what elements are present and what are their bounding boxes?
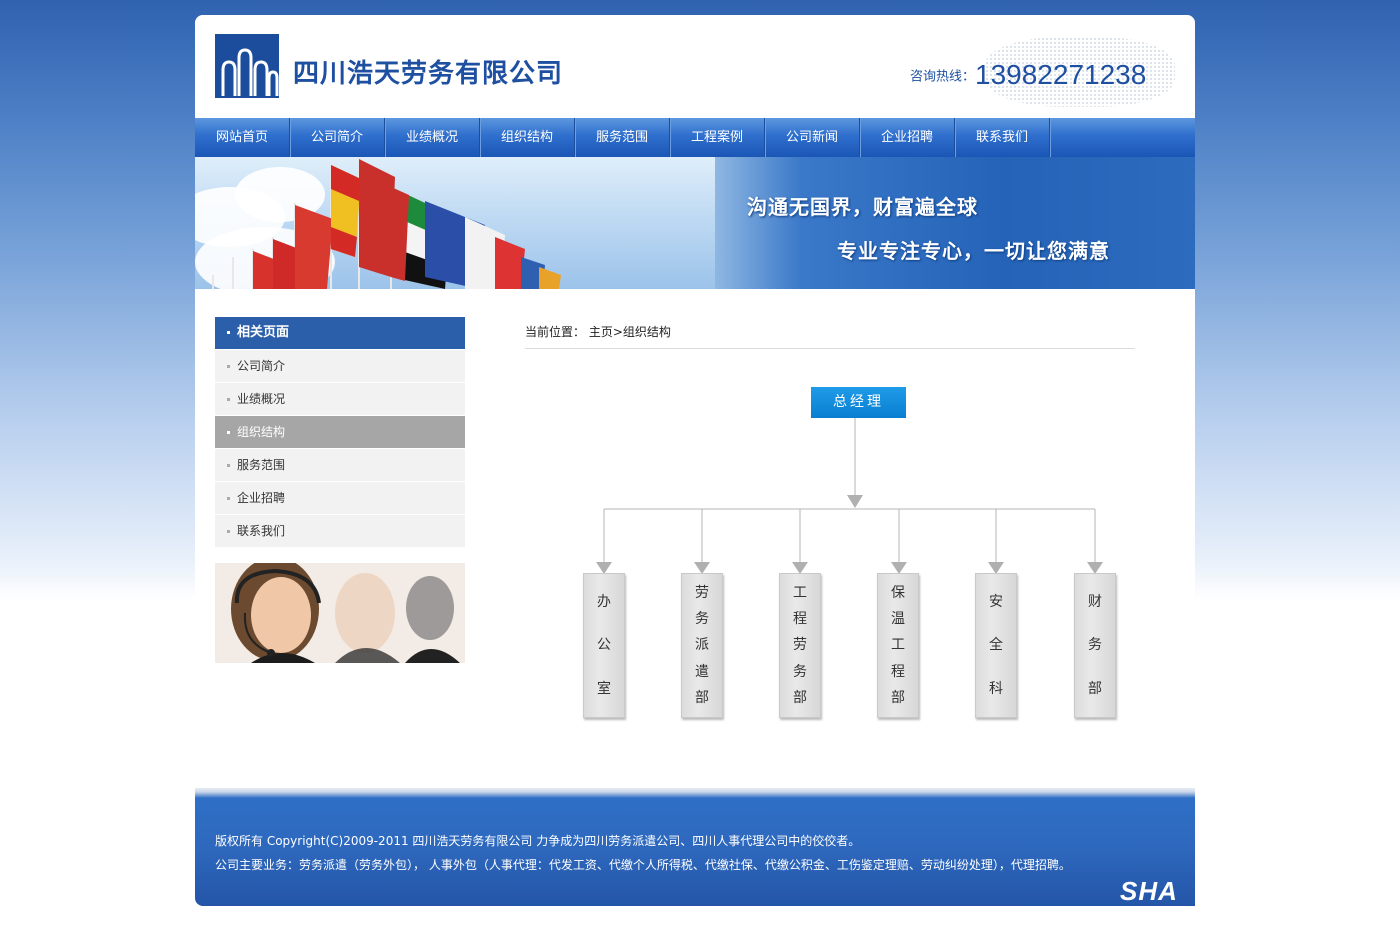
org-node-safety: 安 全 科 bbox=[975, 573, 1017, 718]
org-node-char: 务 bbox=[793, 663, 807, 680]
org-node-char: 派 bbox=[695, 637, 709, 654]
sidebar-item-performance[interactable]: 业绩概况 bbox=[215, 383, 465, 415]
org-node-char: 部 bbox=[1088, 681, 1102, 698]
bullet-icon bbox=[227, 530, 230, 533]
nav-item-organization[interactable]: 组织结构 bbox=[480, 118, 575, 157]
org-node-office: 办 公 室 bbox=[583, 573, 625, 718]
banner-slogan-1: 沟通无国界，财富遍全球 bbox=[747, 195, 978, 219]
banner-slogan-area bbox=[715, 157, 1195, 289]
sidebar-heading-label: 相关页面 bbox=[237, 325, 290, 340]
org-node-char: 程 bbox=[891, 663, 905, 680]
org-node-char: 部 bbox=[891, 689, 905, 706]
breadcrumb-separator: > bbox=[612, 325, 623, 339]
org-node-char: 程 bbox=[793, 611, 807, 628]
site-footer: 版权所有 Copyright(C)2009-2011 四川浩天劳务有限公司 力争… bbox=[195, 788, 1195, 906]
customer-service-illustration bbox=[215, 563, 465, 663]
org-node-char: 务 bbox=[1088, 637, 1102, 654]
org-node-char: 务 bbox=[695, 611, 709, 628]
nav-item-contact[interactable]: 联系我们 bbox=[955, 118, 1050, 157]
sidebar-heading: 相关页面 bbox=[215, 317, 465, 349]
org-node-labor-dispatch: 劳 务 派 遣 部 bbox=[681, 573, 723, 718]
customer-service-photo bbox=[215, 563, 465, 663]
sidebar-item-contact[interactable]: 联系我们 bbox=[215, 515, 465, 547]
bullet-icon bbox=[227, 431, 230, 434]
sidebar-item-jobs[interactable]: 企业招聘 bbox=[215, 482, 465, 514]
page-container: 四川浩天劳务有限公司 咨询热线：13982271238 网站首页 公司简介 业绩… bbox=[195, 15, 1195, 906]
org-node-engineering-labor: 工 程 劳 务 部 bbox=[779, 573, 821, 718]
org-node-char: 劳 bbox=[695, 585, 709, 602]
breadcrumb: 当前位置： 主页>组织结构 bbox=[525, 323, 1135, 349]
arrow-down-icon bbox=[847, 495, 863, 508]
hotline-number: 13982271238 bbox=[975, 59, 1147, 90]
org-node-char: 劳 bbox=[793, 637, 807, 654]
breadcrumb-home-link[interactable]: 主页 bbox=[589, 325, 613, 339]
sidebar-item-about[interactable]: 公司简介 bbox=[215, 350, 465, 382]
org-node-char: 全 bbox=[989, 637, 1003, 654]
company-logo-icon[interactable] bbox=[215, 34, 279, 98]
org-node-char: 遣 bbox=[695, 663, 709, 680]
flags-illustration bbox=[212, 157, 561, 289]
hotline-label: 咨询热线： bbox=[910, 69, 976, 85]
banner: 沟通无国界，财富遍全球 专业专注专心，一切让您满意 bbox=[195, 157, 1195, 289]
nav-item-home[interactable]: 网站首页 bbox=[195, 118, 290, 157]
org-node-char: 工 bbox=[891, 637, 905, 654]
org-node-char: 部 bbox=[793, 689, 807, 706]
org-node-char: 公 bbox=[597, 637, 611, 654]
bullet-icon bbox=[227, 464, 230, 467]
flags-image bbox=[195, 157, 715, 289]
org-node-char: 科 bbox=[989, 681, 1003, 698]
company-name[interactable]: 四川浩天劳务有限公司 bbox=[293, 53, 563, 90]
sidebar-item-label: 联系我们 bbox=[237, 524, 286, 538]
main-nav: 网站首页 公司简介 业绩概况 组织结构 服务范围 工程案例 公司新闻 企业招聘 … bbox=[195, 118, 1195, 157]
sidebar-item-label: 公司简介 bbox=[237, 359, 286, 373]
org-chart: 总经理 办 公 室 劳 务 派 遣 部 工 程 劳 务 部 保 温 工 程 部 bbox=[555, 387, 1135, 727]
nav-item-services[interactable]: 服务范围 bbox=[575, 118, 670, 157]
footer-business: 公司主要业务：劳务派遣（劳务外包）， 人事外包（人事代理：代发工资、代缴个人所得… bbox=[215, 858, 1071, 872]
sidebar-item-organization[interactable]: 组织结构 bbox=[215, 416, 465, 448]
nav-item-jobs[interactable]: 企业招聘 bbox=[860, 118, 955, 157]
org-node-char: 保 bbox=[891, 585, 905, 602]
bullet-icon bbox=[227, 365, 230, 368]
org-node-char: 部 bbox=[695, 689, 709, 706]
sidebar-item-services[interactable]: 服务范围 bbox=[215, 449, 465, 481]
breadcrumb-current: 组织结构 bbox=[622, 325, 671, 339]
org-node-general-manager: 总经理 bbox=[811, 387, 906, 418]
bullet-icon bbox=[227, 398, 230, 401]
org-node-insulation-engineering: 保 温 工 程 部 bbox=[877, 573, 919, 718]
org-node-char: 室 bbox=[597, 681, 611, 698]
bullet-icon bbox=[227, 331, 230, 334]
org-node-char: 办 bbox=[597, 593, 611, 610]
nav-item-news[interactable]: 公司新闻 bbox=[765, 118, 860, 157]
bullet-icon bbox=[227, 497, 230, 500]
nav-item-performance[interactable]: 业绩概况 bbox=[385, 118, 480, 157]
footer-logo-mark: SHA bbox=[1120, 876, 1178, 906]
sidebar-item-label: 企业招聘 bbox=[237, 491, 286, 505]
banner-slogan-2: 专业专注专心，一切让您满意 bbox=[837, 239, 1110, 263]
sidebar-item-label: 服务范围 bbox=[237, 458, 286, 472]
org-node-char: 安 bbox=[989, 593, 1003, 610]
sidebar-item-label: 组织结构 bbox=[237, 425, 286, 439]
footer-copyright: 版权所有 Copyright(C)2009-2011 四川浩天劳务有限公司 力争… bbox=[215, 834, 861, 848]
hotline: 咨询热线：13982271238 bbox=[910, 59, 1146, 91]
nav-item-cases[interactable]: 工程案例 bbox=[670, 118, 765, 157]
org-node-char: 财 bbox=[1088, 593, 1102, 610]
sidebar: 相关页面 公司简介 业绩概况 组织结构 服务范围 企业招聘 联系我们 bbox=[215, 317, 465, 663]
org-node-char: 工 bbox=[793, 585, 807, 602]
site-header: 四川浩天劳务有限公司 咨询热线：13982271238 bbox=[195, 15, 1195, 118]
org-node-char: 温 bbox=[891, 611, 905, 628]
org-node-finance: 财 务 部 bbox=[1074, 573, 1116, 718]
sidebar-item-label: 业绩概况 bbox=[237, 392, 286, 406]
nav-item-about[interactable]: 公司简介 bbox=[290, 118, 385, 157]
breadcrumb-label: 当前位置： bbox=[525, 325, 586, 339]
